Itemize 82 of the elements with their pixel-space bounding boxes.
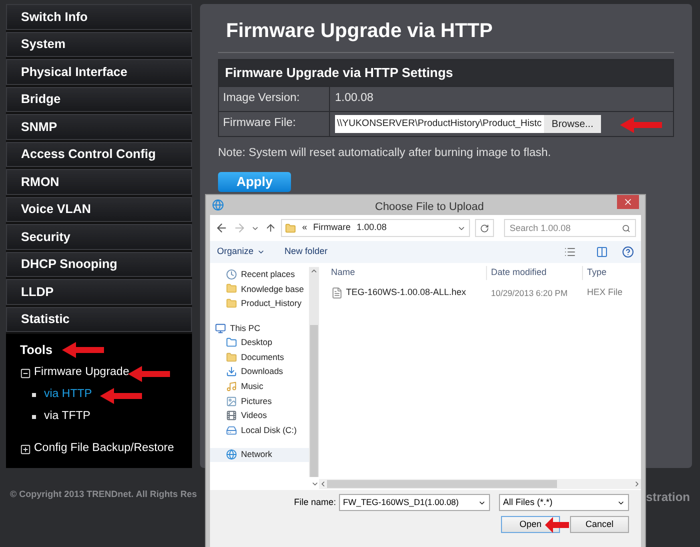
dialog-title: Choose File to Upload: [375, 200, 484, 215]
tree-item[interactable]: Config File Backup/Restore: [34, 440, 174, 458]
path-segment[interactable]: Firmware: [313, 221, 351, 235]
scroll-left-icon[interactable]: [319, 480, 327, 488]
search-field[interactable]: Search 1.00.08: [510, 220, 622, 236]
file-icon: [331, 287, 343, 299]
sidebar-item[interactable]: System: [6, 32, 192, 58]
dialog-button[interactable]: Cancel: [570, 516, 629, 533]
tree-link[interactable]: via TFTP: [44, 408, 90, 426]
column-header[interactable]: Name: [319, 266, 487, 280]
file-date: 10/29/2013 6:20 PM: [490, 286, 569, 300]
nav-item[interactable]: Downloads: [210, 364, 309, 380]
collapse-icon[interactable]: [20, 368, 31, 378]
nav-item[interactable]: Pictures: [210, 394, 309, 408]
dialog-button[interactable]: Open: [501, 516, 560, 533]
bullet-icon: [32, 393, 36, 397]
sidebar-item[interactable]: RMON: [6, 169, 192, 195]
scroll-up-icon[interactable]: [310, 267, 318, 275]
up-icon[interactable]: [264, 222, 276, 234]
file-name[interactable]: TEG-160WS-1.00.08-ALL.hex: [346, 286, 466, 300]
table-cell: Firmware File:: [219, 112, 330, 136]
path-segment[interactable]: «: [302, 221, 308, 235]
sidebar-item[interactable]: Access Control Config: [6, 142, 192, 168]
nav-item[interactable]: Network: [210, 448, 309, 462]
back-icon[interactable]: [215, 221, 228, 235]
sidebar-item[interactable]: Security: [6, 224, 192, 250]
file-name-field[interactable]: FW_TEG-160WS_D1(1.00.08): [339, 494, 490, 511]
file-type-dropdown[interactable]: All Files (*.*): [499, 494, 629, 511]
page-title: Firmware Upgrade via HTTP: [218, 16, 674, 53]
pane-icon[interactable]: [596, 246, 608, 258]
new-folder-button[interactable]: New folder: [284, 245, 328, 259]
search-box[interactable]: Search 1.00.08: [504, 219, 636, 237]
sidebar-item[interactable]: DHCP Snooping: [6, 252, 192, 278]
globe-icon: [226, 449, 237, 460]
file-path-field[interactable]: \\YUKONSERVER\ProductHistory\Product_Histc: [335, 115, 544, 133]
nav-item[interactable]: Knowledge base: [210, 282, 309, 296]
file-name-label: File name:: [294, 496, 336, 509]
column-header[interactable]: Date modified: [487, 266, 583, 280]
search-icon[interactable]: [622, 224, 630, 232]
close-icon: [623, 197, 633, 207]
address-bar[interactable]: « Firmware 1.00.08: [281, 219, 470, 237]
help-icon[interactable]: [622, 246, 634, 258]
sidebar-item[interactable]: SNMP: [6, 114, 192, 140]
nav-item[interactable]: This PC: [210, 320, 309, 336]
nav-item[interactable]: Desktop: [210, 335, 309, 350]
drive-icon: [226, 424, 237, 436]
footer-text: stration: [646, 489, 690, 506]
computer-icon: [215, 322, 226, 334]
scrollbar-thumb[interactable]: [310, 325, 318, 477]
sidebar-item[interactable]: Statistic: [6, 306, 192, 332]
file-type: HEX File: [586, 286, 623, 300]
copyright-text: © Copyright 2013 TRENDnet. All Rights Res: [10, 488, 197, 501]
column-header[interactable]: Type: [583, 266, 607, 280]
sidebar-item[interactable]: Switch Info: [6, 4, 192, 30]
sidebar-item[interactable]: Voice VLAN: [6, 196, 192, 222]
nav-item[interactable]: Music: [210, 379, 309, 394]
nav-item[interactable]: Recent places: [210, 267, 309, 282]
table-header: Firmware Upgrade via HTTP Settings: [219, 60, 673, 86]
scroll-right-icon[interactable]: [633, 480, 641, 488]
organize-button[interactable]: Organize: [217, 245, 265, 259]
sidebar-item[interactable]: LLDP: [6, 279, 192, 305]
browse-button[interactable]: Browse...: [544, 115, 602, 133]
note-text: Note: System will reset automatically after burning image to flash.: [218, 146, 552, 161]
nav-item[interactable]: Local Disk (C:): [210, 422, 309, 438]
browser-icon: [212, 199, 224, 211]
tree-link[interactable]: via HTTP: [44, 386, 92, 404]
table-cell: Image Version:: [219, 87, 330, 111]
tree-item[interactable]: Firmware Upgrade: [34, 364, 130, 382]
sidebar-item[interactable]: Physical Interface: [6, 59, 192, 85]
expand-icon[interactable]: [20, 444, 31, 454]
nav-item[interactable]: Videos: [210, 408, 309, 423]
close-button[interactable]: [617, 195, 639, 209]
path-segment[interactable]: 1.00.08: [356, 221, 387, 235]
nav-item[interactable]: Product_History: [210, 296, 309, 311]
bullet-icon: [32, 415, 36, 419]
caret-icon: [256, 248, 265, 256]
nav-item[interactable]: Documents: [210, 350, 309, 365]
refresh-icon[interactable]: [480, 224, 489, 232]
sidebar-item[interactable]: Tools: [20, 340, 52, 360]
sidebar-item[interactable]: Bridge: [6, 86, 192, 112]
scrollbar-thumb[interactable]: [327, 480, 557, 488]
table-cell-text: 1.00.08: [335, 91, 374, 106]
